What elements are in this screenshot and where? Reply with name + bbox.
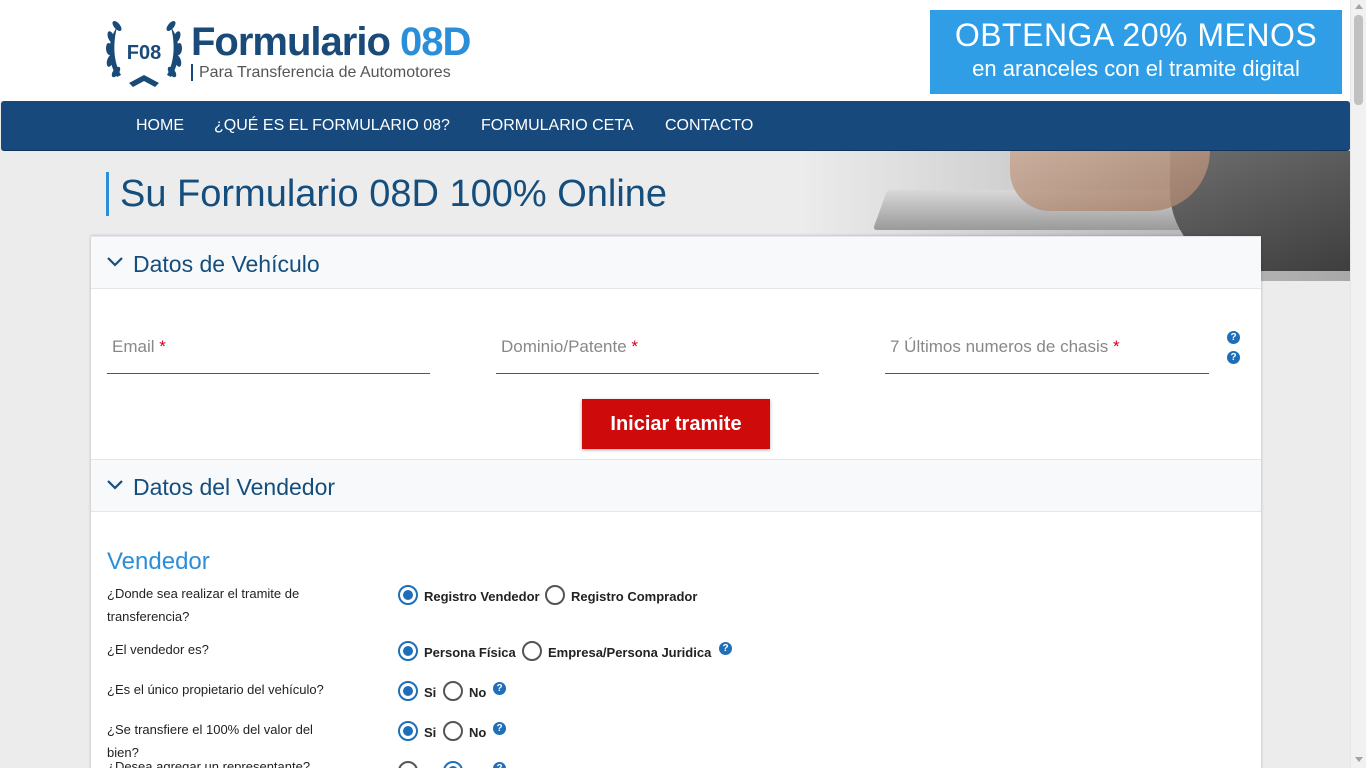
section-title-vehicle: Datos de Vehículo	[133, 251, 320, 277]
promo-line-1: OBTENGA 20% MENOS	[954, 17, 1318, 53]
radio-full-value-no[interactable]	[443, 721, 463, 741]
radio-label-si: Si	[424, 685, 437, 700]
chevron-down-icon	[107, 257, 123, 267]
main-nav: HOME ¿QUÉ ES EL FORMULARIO 08? FORMULARI…	[1, 101, 1350, 151]
radio-label-persona-fisica: Persona Física	[424, 645, 516, 660]
dominio-field[interactable]: Dominio/Patente *	[496, 326, 819, 374]
help-icon[interactable]: ?	[493, 682, 506, 695]
help-icon[interactable]: ?	[1227, 331, 1240, 344]
laurel-logo-icon[interactable]: F08	[105, 15, 183, 91]
page-scrollbar[interactable]	[1350, 0, 1366, 768]
chassis-field[interactable]: 7 Últimos numeros de chasis *	[885, 326, 1209, 374]
radio-label-no: No	[469, 725, 487, 740]
radio-label-registro-comprador: Registro Comprador	[571, 589, 698, 604]
radio-registro-comprador[interactable]	[545, 585, 565, 605]
section-header-vehicle[interactable]: Datos de Vehículo	[91, 236, 1261, 289]
dominio-input[interactable]	[496, 326, 819, 373]
site-header: F08 Formulario 08D Para Transferencia de…	[0, 0, 1350, 101]
chassis-input[interactable]	[885, 326, 1209, 373]
site-title-accent: 08D	[400, 20, 471, 64]
logo-emblem-text: F08	[127, 42, 161, 64]
site-subtitle: Para Transferencia de Automotores	[191, 64, 451, 81]
scroll-up-icon[interactable]	[1355, 4, 1363, 9]
start-process-button[interactable]: Iniciar tramite	[582, 399, 770, 449]
section-title-seller: Datos del Vendedor	[133, 474, 336, 500]
radio-label-empresa: Empresa/Persona Juridica	[548, 645, 712, 660]
nav-item-formulario-ceta[interactable]: FORMULARIO CETA	[481, 117, 634, 135]
radio-label-no: No	[469, 685, 487, 700]
section-header-seller[interactable]: Datos del Vendedor	[91, 459, 1261, 512]
radio-label-registro-vendedor: Registro Vendedor	[424, 589, 540, 604]
question-sole-owner: ¿Es el único propietario del vehículo?	[107, 682, 324, 697]
site-title[interactable]: Formulario 08D	[191, 20, 471, 65]
help-icon[interactable]: ?	[1227, 351, 1240, 364]
radio-empresa[interactable]	[522, 641, 542, 661]
nav-item-home[interactable]: HOME	[136, 117, 184, 135]
question-seller-type: ¿El vendedor es?	[107, 642, 209, 657]
page-title: Su Formulario 08D 100% Online	[106, 172, 667, 216]
site-title-main: Formulario	[191, 20, 391, 64]
radio-label-si: Si	[424, 725, 437, 740]
radio-sole-owner-si[interactable]	[398, 681, 418, 701]
radio-full-value-si[interactable]	[398, 721, 418, 741]
hero-hand-image	[1010, 151, 1210, 211]
promo-line-2: en aranceles con el tramite digital	[972, 56, 1300, 81]
nav-item-que-es[interactable]: ¿QUÉ ES EL FORMULARIO 08?	[214, 117, 450, 135]
chevron-down-icon	[107, 480, 123, 490]
email-input[interactable]	[107, 326, 430, 373]
seller-subtitle: Vendedor	[107, 548, 210, 575]
promo-banner[interactable]: OBTENGA 20% MENOS en aranceles con el tr…	[930, 10, 1342, 94]
help-icon[interactable]: ?	[493, 762, 506, 768]
scroll-down-icon[interactable]	[1355, 757, 1363, 762]
scrollbar-thumb[interactable]	[1354, 15, 1363, 105]
question-transfer-location: ¿Donde sea realizar el tramite de transf…	[107, 586, 300, 624]
question-representative: ¿Desea agregar un representante?	[107, 759, 311, 768]
help-icon[interactable]: ?	[719, 642, 732, 655]
nav-item-contacto[interactable]: CONTACTO	[665, 117, 753, 135]
email-field[interactable]: Email *	[107, 326, 430, 374]
radio-sole-owner-no[interactable]	[443, 681, 463, 701]
help-icon[interactable]: ?	[493, 722, 506, 735]
radio-persona-fisica[interactable]	[398, 641, 418, 661]
radio-registro-vendedor[interactable]	[398, 585, 418, 605]
